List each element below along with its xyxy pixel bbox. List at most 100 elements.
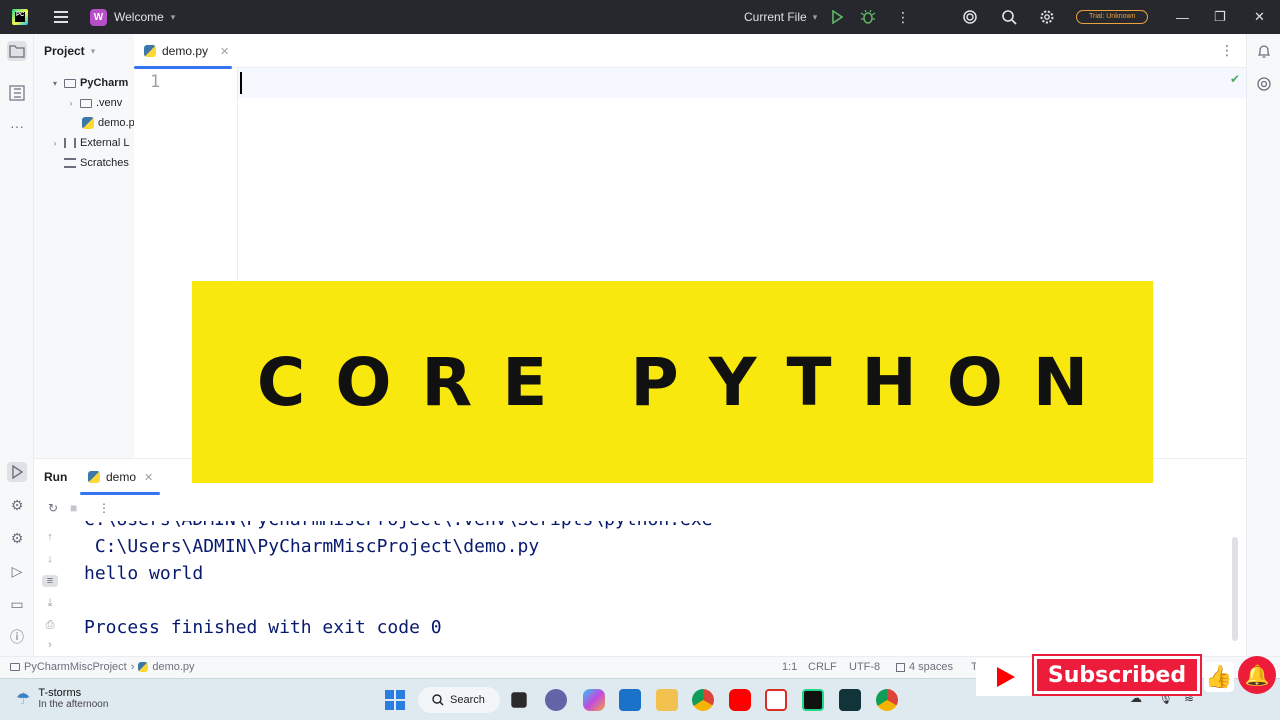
print-icon[interactable]: ⎙ <box>42 619 58 632</box>
python-file-icon <box>144 45 156 57</box>
run-icon <box>832 10 844 24</box>
main-menu-button[interactable] <box>52 0 70 34</box>
structure-tool-button[interactable] <box>7 83 27 103</box>
title-banner: CORE PYTHON <box>192 281 1153 483</box>
indent-widget[interactable]: 4 spaces <box>896 661 953 673</box>
app-taskbar-icon[interactable] <box>839 689 861 711</box>
console-line: C:\Users\ADMIN\PyCharmMiscProject\.venv\… <box>84 521 713 530</box>
task-view-icon[interactable] <box>511 692 527 708</box>
close-icon[interactable]: ✕ <box>220 45 229 58</box>
run-icon <box>12 465 24 479</box>
restore-button[interactable]: ❐ <box>1214 0 1226 34</box>
run-tab-label: demo <box>106 470 137 484</box>
checkmark-icon: ✔ <box>1229 72 1240 86</box>
more-vertical-icon[interactable]: ⋮ <box>1220 42 1234 59</box>
stop-icon[interactable]: ■ <box>70 501 77 515</box>
search-everywhere-button[interactable] <box>1001 0 1017 34</box>
breadcrumb-file[interactable]: demo.py <box>152 661 194 673</box>
trial-badge[interactable]: Trial: Unknown <box>1076 0 1149 34</box>
project-panel-header[interactable]: Project ▾ <box>34 34 134 68</box>
chevron-down-icon: ▾ <box>170 11 176 22</box>
problems-button[interactable]: ⓘ <box>7 627 27 647</box>
run-button[interactable] <box>830 0 844 34</box>
project-panel-title: Project <box>44 44 85 58</box>
run-config-selector[interactable]: Current File ▾ <box>744 0 817 34</box>
tree-item-scratches[interactable]: Scratches <box>64 153 129 173</box>
close-icon[interactable]: ✕ <box>144 471 153 484</box>
python-console-button[interactable]: ▷ <box>7 561 27 581</box>
settings-button[interactable] <box>1039 0 1055 34</box>
ai-assistant-button[interactable] <box>962 0 978 34</box>
subscribe-overlay: Subscribed 👍 🔔 <box>976 654 1280 700</box>
soft-wrap-icon[interactable]: ≡ <box>42 575 58 587</box>
tab-demo-py[interactable]: demo.py ✕ <box>134 34 232 69</box>
project-widget[interactable]: W Welcome ▾ <box>90 0 175 34</box>
chrome-profile-icon[interactable] <box>876 689 898 711</box>
python-packages-button[interactable]: ⚙ <box>7 495 27 515</box>
more-tools-button[interactable]: ··· <box>7 116 27 136</box>
terminal-button[interactable]: ▭ <box>7 594 27 614</box>
console-output[interactable]: C:\Users\ADMIN\PyCharmMiscProject\.venv\… <box>84 521 1234 655</box>
teams-icon[interactable] <box>545 689 567 711</box>
project-badge: W <box>90 8 107 26</box>
services-button[interactable]: ⚙ <box>7 528 27 548</box>
rerun-icon[interactable]: ↻ <box>48 501 58 515</box>
notifications-button[interactable] <box>1254 41 1274 61</box>
caret-position[interactable]: 1:1 <box>782 661 797 673</box>
tree-item-external-libraries[interactable]: › External L <box>50 133 130 153</box>
chrome-icon[interactable] <box>692 689 714 711</box>
thumbs-up-icon[interactable]: 👍 <box>1204 662 1234 692</box>
chevron-right-icon[interactable]: › <box>42 639 58 651</box>
gmail-icon[interactable] <box>765 689 787 711</box>
breadcrumb: PyCharmMiscProject › demo.py <box>10 661 195 673</box>
gear-icon <box>1040 10 1054 24</box>
store-icon[interactable] <box>619 689 641 711</box>
tree-item-demo-py[interactable]: demo.p <box>82 113 134 133</box>
scratches-icon <box>64 158 76 168</box>
python-file-icon <box>138 662 149 672</box>
debug-button[interactable] <box>860 0 876 34</box>
taskbar-search[interactable]: Search <box>418 687 500 713</box>
more-actions-button[interactable]: ⋮ <box>893 0 913 34</box>
services-icon: ⚙ <box>10 529 24 546</box>
tree-item-venv[interactable]: › .venv <box>66 93 123 113</box>
terminal-icon: ▭ <box>10 595 24 612</box>
search-icon <box>1002 10 1017 25</box>
chevron-down-icon: ▾ <box>52 78 57 88</box>
tree-item-project-root[interactable]: ▾ PyCharm <box>50 73 128 93</box>
console-line: C:\Users\ADMIN\PyCharmMiscProject\demo.p… <box>84 536 540 557</box>
taskbar-search-label: Search <box>450 694 485 706</box>
weather-widget[interactable]: ☂ T-storms In the afternoon <box>16 687 108 710</box>
scrollbar[interactable] <box>1232 537 1238 641</box>
run-tab-demo[interactable]: demo ✕ <box>88 470 153 484</box>
tree-item-label: PyCharm <box>80 77 129 89</box>
folder-icon <box>64 78 76 88</box>
pycharm-taskbar-icon[interactable] <box>802 689 824 711</box>
weather-title: T-storms <box>38 687 82 699</box>
tree-item-label: demo.p <box>98 117 134 129</box>
indent-setting: 4 spaces <box>909 661 954 673</box>
arrow-up-icon[interactable]: ↑ <box>42 531 58 543</box>
ai-chat-button[interactable] <box>1254 74 1274 94</box>
minimize-button[interactable]: — <box>1176 0 1189 34</box>
subscribed-label: Subscribed <box>1047 662 1187 688</box>
windows-start-icon[interactable] <box>384 689 406 711</box>
more-vertical-icon[interactable]: ⋮ <box>98 501 110 515</box>
bell-icon[interactable]: 🔔 <box>1238 656 1276 694</box>
copilot-icon[interactable] <box>583 689 605 711</box>
run-tool-button[interactable] <box>7 462 27 482</box>
project-tool-button[interactable] <box>7 41 27 61</box>
chevron-down-icon: ▾ <box>812 11 818 22</box>
line-separator[interactable]: CRLF <box>808 661 837 673</box>
scroll-to-end-icon[interactable]: ⤓ <box>42 597 58 610</box>
arrow-down-icon[interactable]: ↓ <box>42 553 58 565</box>
chevron-right-icon: › <box>130 661 135 673</box>
youtube-icon[interactable] <box>729 689 751 711</box>
close-window-button[interactable]: ✕ <box>1254 0 1265 34</box>
pycharm-logo-icon[interactable] <box>12 0 28 34</box>
subscribed-button[interactable]: Subscribed <box>1034 656 1200 694</box>
breadcrumb-project[interactable]: PyCharmMiscProject <box>24 661 127 673</box>
file-encoding[interactable]: UTF-8 <box>849 661 880 673</box>
file-explorer-icon[interactable] <box>656 689 678 711</box>
left-tool-strip: ··· ⚙ ⚙ ▷ ▭ ⓘ <box>0 34 34 656</box>
